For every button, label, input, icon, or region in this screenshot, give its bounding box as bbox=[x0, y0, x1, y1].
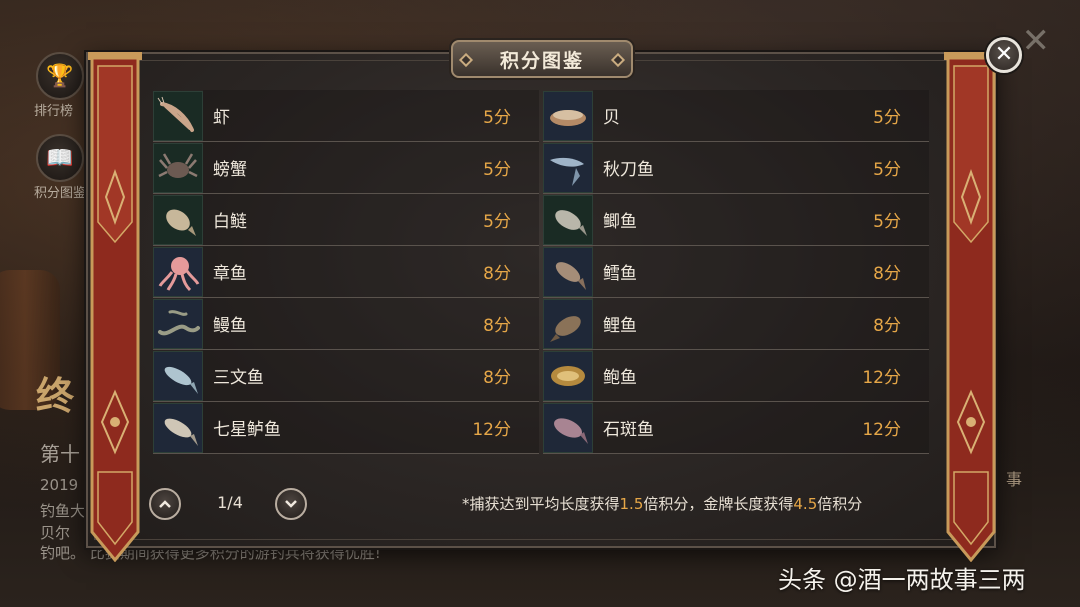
fish-row: 螃蟹 5分 bbox=[153, 142, 539, 194]
close-button[interactable]: ✕ bbox=[986, 37, 1022, 73]
page-up-button[interactable] bbox=[149, 488, 181, 520]
ornament-icon bbox=[610, 52, 626, 68]
chevron-down-icon bbox=[285, 500, 297, 508]
book-icon: 📖 bbox=[46, 145, 74, 171]
hint-suffix: 倍积分 bbox=[817, 495, 863, 513]
fish-row: 白鲢 5分 bbox=[153, 194, 539, 246]
fish-points: 8分 bbox=[483, 368, 511, 388]
page-down-button[interactable] bbox=[275, 488, 307, 520]
fish-name: 鳗鱼 bbox=[213, 316, 247, 336]
abalone-icon bbox=[543, 350, 593, 401]
sea-bass-icon bbox=[153, 402, 203, 453]
page-indicator: 1/4 bbox=[217, 493, 243, 512]
fish-row: 鲤鱼 8分 bbox=[543, 298, 929, 350]
cod-icon bbox=[543, 246, 593, 297]
fish-points: 5分 bbox=[483, 160, 511, 180]
eel-icon bbox=[153, 298, 203, 349]
fish-points: 5分 bbox=[483, 108, 511, 128]
points-guide-side-label: 积分图鉴 bbox=[34, 186, 87, 201]
fish-row: 章鱼 8分 bbox=[153, 246, 539, 298]
fish-name: 虾 bbox=[213, 108, 230, 128]
fish-row: 三文鱼 8分 bbox=[153, 350, 539, 402]
fish-name: 章鱼 bbox=[213, 264, 247, 284]
fish-name: 鲤鱼 bbox=[603, 316, 637, 336]
points-guide-side-button[interactable]: 📖 bbox=[36, 134, 84, 182]
fish-list-left: 虾 5分 螃蟹 5分 白鲢 5分 章鱼 8分 鳗鱼 8分 三文鱼 8分 七星鲈鱼 12分 bbox=[153, 90, 539, 454]
fish-row: 鳕鱼 8分 bbox=[543, 246, 929, 298]
watermark: 头条 @酒一两故事三两 bbox=[778, 566, 1026, 594]
fish-row: 鲍鱼 12分 bbox=[543, 350, 929, 402]
fish-name: 鲫鱼 bbox=[603, 212, 637, 232]
chevron-up-icon bbox=[159, 500, 171, 508]
dialog-title-plate: 积分图鉴 bbox=[451, 40, 633, 78]
fish-points: 5分 bbox=[873, 212, 901, 232]
background-right-text: 事 bbox=[1005, 470, 1022, 489]
fish-points: 8分 bbox=[483, 316, 511, 336]
fish-row: 秋刀鱼 5分 bbox=[543, 142, 929, 194]
background-subtitle: 第十 bbox=[40, 442, 80, 466]
fish-row: 虾 5分 bbox=[153, 90, 539, 142]
hint-middle: 倍积分，金牌长度获得 bbox=[643, 495, 794, 513]
shell-icon bbox=[543, 90, 593, 141]
background-line: 钓鱼大 bbox=[40, 502, 86, 520]
fish-name: 螃蟹 bbox=[213, 160, 247, 180]
leaderboard-label: 排行榜 bbox=[34, 104, 74, 119]
fish-row: 鳗鱼 8分 bbox=[153, 298, 539, 350]
fish-name: 白鲢 bbox=[213, 212, 247, 232]
octopus-icon bbox=[153, 246, 203, 297]
fish-name: 鲍鱼 bbox=[603, 368, 637, 388]
background-line: 2019 bbox=[40, 476, 79, 494]
close-icon: ✕ bbox=[994, 42, 1014, 67]
background-close-icon[interactable]: ✕ bbox=[1022, 24, 1051, 58]
hint-avg-multiplier: 1.5 bbox=[619, 495, 644, 513]
crucian-carp-icon bbox=[543, 194, 593, 245]
fish-points: 5分 bbox=[873, 108, 901, 128]
fish-points: 12分 bbox=[862, 368, 901, 388]
fish-points: 5分 bbox=[483, 212, 511, 232]
fish-row: 石斑鱼 12分 bbox=[543, 402, 929, 454]
grouper-icon bbox=[543, 402, 593, 453]
fish-name: 三文鱼 bbox=[213, 368, 264, 388]
fish-name: 七星鲈鱼 bbox=[213, 420, 281, 440]
fish-name: 贝 bbox=[603, 108, 620, 128]
fish-row: 鲫鱼 5分 bbox=[543, 194, 929, 246]
ornament-icon bbox=[458, 52, 474, 68]
carp-icon bbox=[543, 298, 593, 349]
fish-row: 七星鲈鱼 12分 bbox=[153, 402, 539, 454]
crab-icon bbox=[153, 142, 203, 193]
fish-points: 8分 bbox=[873, 316, 901, 336]
fish-list-right: 贝 5分 秋刀鱼 5分 鲫鱼 5分 鳕鱼 8分 鲤鱼 8分 鲍鱼 12分 石斑鱼 12分 bbox=[543, 90, 929, 454]
hint-gold-multiplier: 4.5 bbox=[793, 495, 818, 513]
silver-carp-icon bbox=[153, 194, 203, 245]
fish-name: 鳕鱼 bbox=[603, 264, 637, 284]
background-line: 贝尔 bbox=[40, 524, 71, 542]
fish-points: 8分 bbox=[483, 264, 511, 284]
background-title: 终 bbox=[36, 373, 75, 418]
right-banner bbox=[944, 52, 998, 562]
hint-prefix: *捕获达到平均长度获得 bbox=[462, 495, 620, 513]
fish-points: 5分 bbox=[873, 160, 901, 180]
trophy-icon: 🏆 bbox=[46, 63, 74, 89]
left-banner bbox=[88, 52, 142, 562]
scoring-hint: *捕获达到平均长度获得1.5倍积分，金牌长度获得4.5倍积分 bbox=[462, 493, 862, 514]
shrimp-icon bbox=[153, 90, 203, 141]
fish-row: 贝 5分 bbox=[543, 90, 929, 142]
fish-name: 秋刀鱼 bbox=[603, 160, 654, 180]
fish-points: 12分 bbox=[862, 420, 901, 440]
saury-icon bbox=[543, 142, 593, 193]
fish-name: 石斑鱼 bbox=[603, 420, 654, 440]
dialog-title: 积分图鉴 bbox=[499, 49, 584, 72]
fish-points: 8分 bbox=[873, 264, 901, 284]
salmon-icon bbox=[153, 350, 203, 401]
leaderboard-button[interactable]: 🏆 bbox=[36, 52, 84, 100]
fish-points: 12分 bbox=[472, 420, 511, 440]
